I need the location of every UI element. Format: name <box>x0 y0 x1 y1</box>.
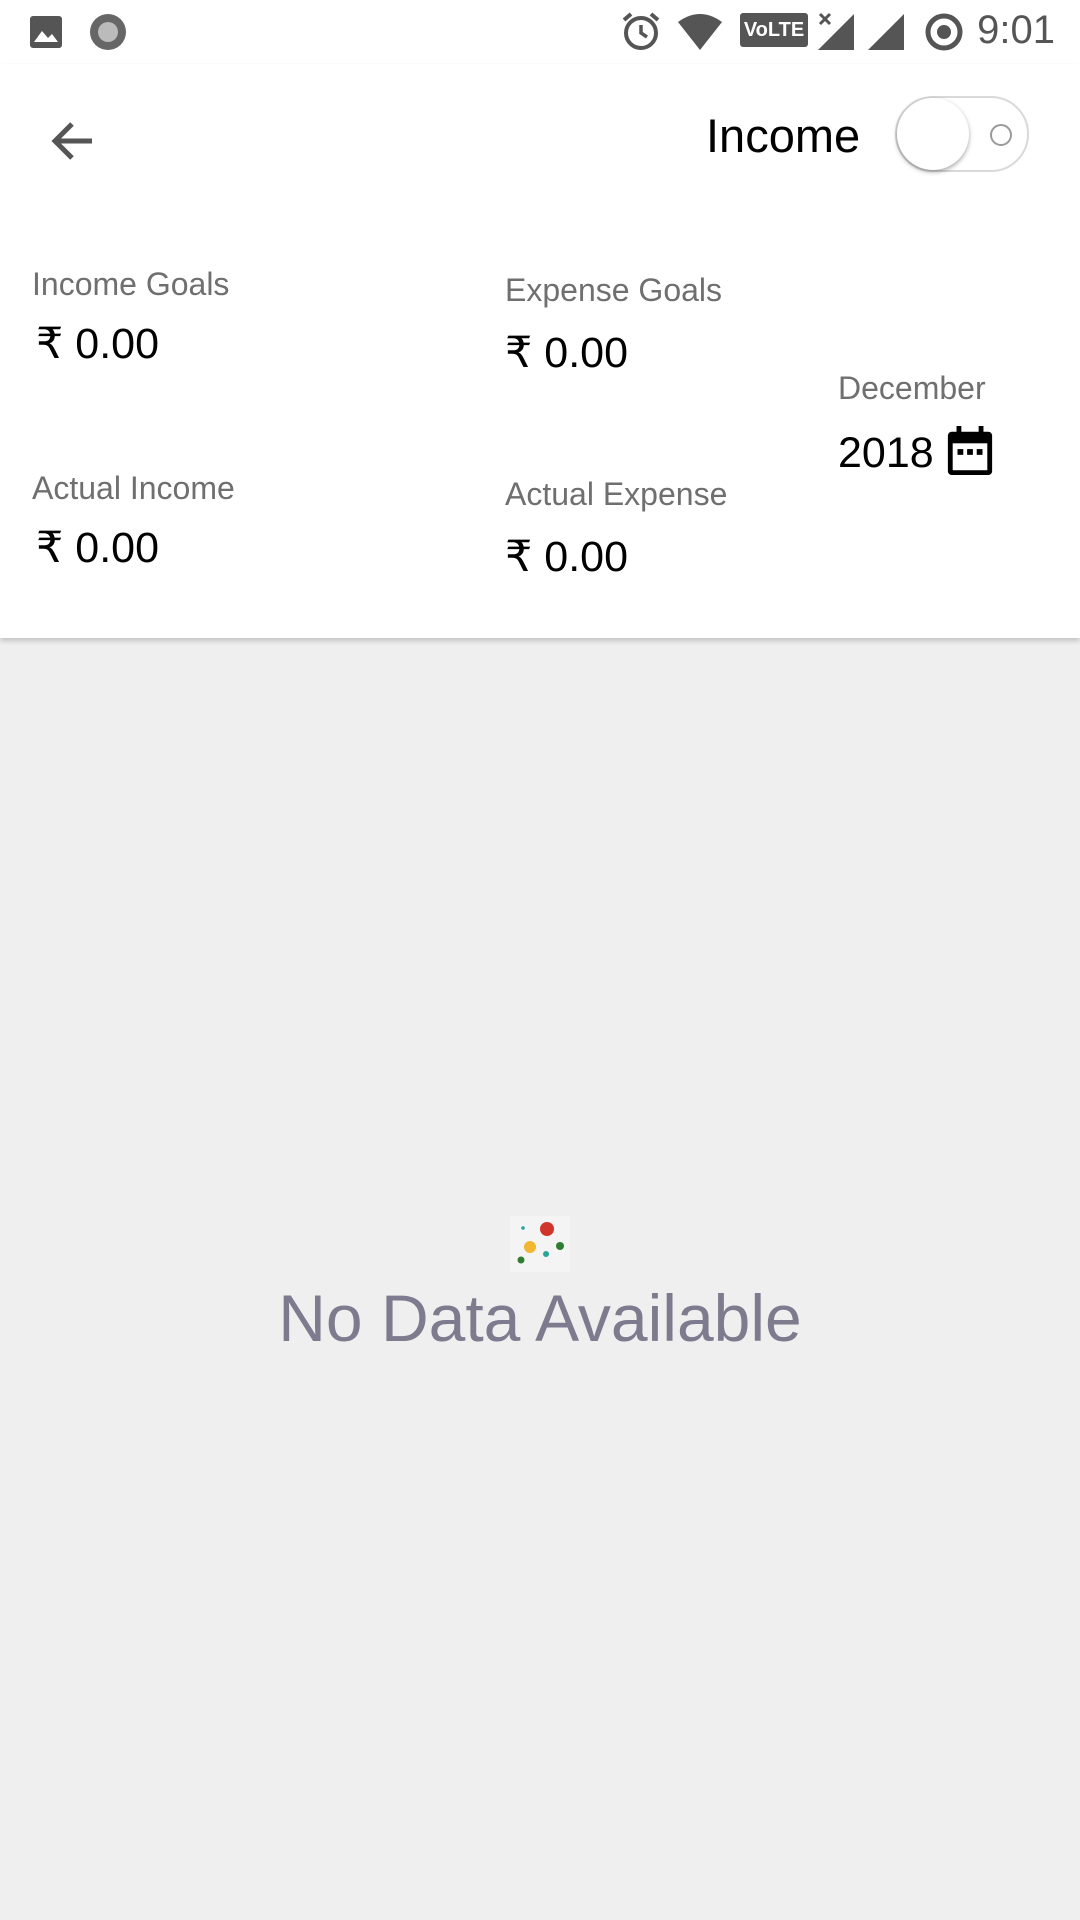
image-icon <box>30 16 62 48</box>
toggle-thumb <box>897 98 969 170</box>
expense-goals-label: Expense Goals <box>505 272 723 308</box>
year-value[interactable]: 2018 <box>838 429 934 478</box>
alarm-icon <box>622 12 660 50</box>
status-bar: VoLTE 9:01 <box>0 0 1080 64</box>
empty-state-message: No Data Available <box>278 1281 802 1355</box>
calendar-icon[interactable] <box>945 424 995 478</box>
income-goals-label: Income Goals <box>32 266 230 302</box>
signal-icon <box>818 12 854 50</box>
actual-income-value: ₹ 0.00 <box>36 524 159 572</box>
volte-icon: VoLTE <box>740 13 808 47</box>
signal-icon <box>868 14 904 50</box>
arrow-left-icon <box>51 122 92 160</box>
toggle-off-indicator <box>990 124 1012 146</box>
month-label: December <box>838 370 986 406</box>
actual-expense-label: Actual Expense <box>505 476 728 512</box>
record-icon <box>90 14 126 50</box>
actual-income-label: Actual Income <box>32 470 235 506</box>
mode-label: Income <box>706 109 861 162</box>
actual-expense-value: ₹ 0.00 <box>505 533 628 581</box>
expense-goals-value: ₹ 0.00 <box>505 329 628 377</box>
summary-panel: Income Income Goals ₹ 0.00 Expense Goals… <box>0 64 1080 638</box>
income-goals-value: ₹ 0.00 <box>36 320 159 368</box>
income-expense-toggle[interactable] <box>895 96 1029 172</box>
status-time: 9:01 <box>977 8 1055 52</box>
chart-dots-icon <box>510 1216 570 1272</box>
back-button[interactable] <box>38 106 108 176</box>
wifi-icon <box>678 14 722 50</box>
sync-icon <box>925 13 963 51</box>
